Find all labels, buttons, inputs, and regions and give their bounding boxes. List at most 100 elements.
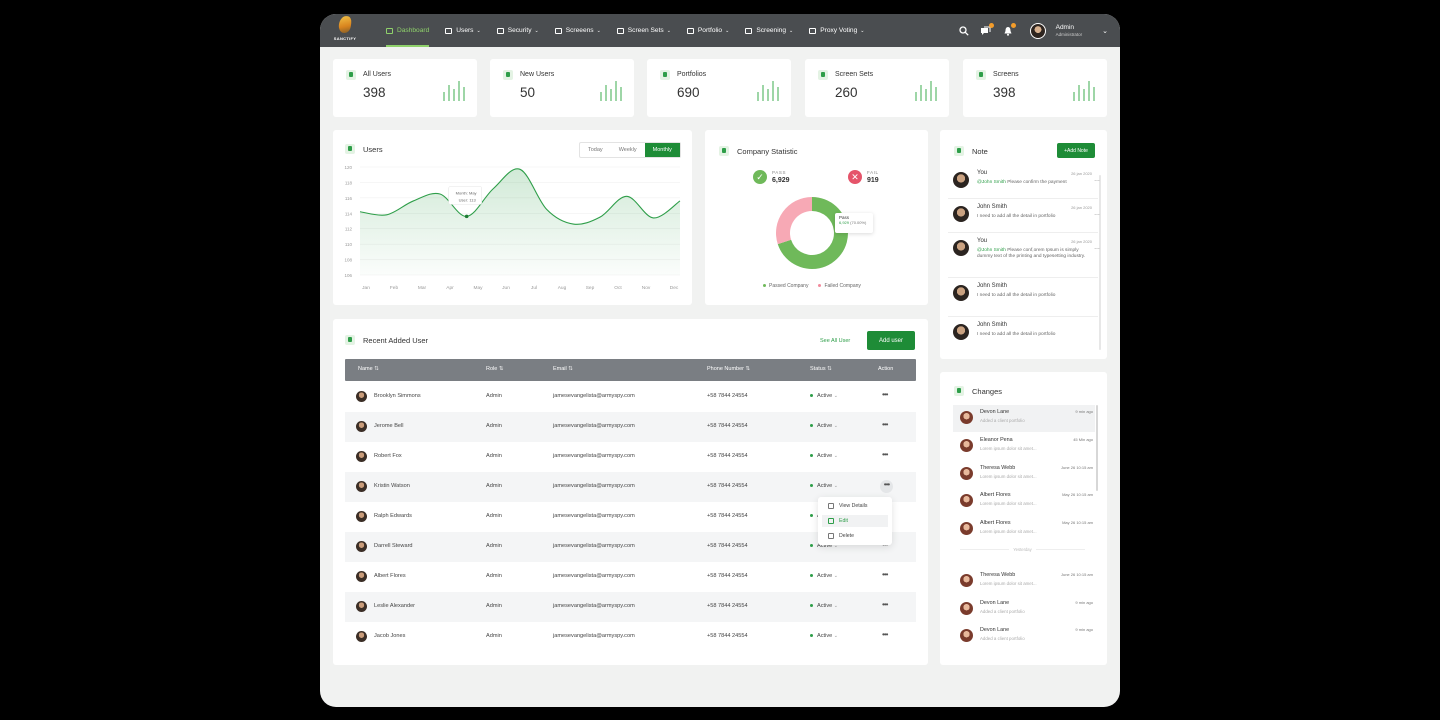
admin-info[interactable]: Admin Administrator [1056,24,1083,37]
sanctify-logo[interactable]: SANCTIFY [332,15,358,46]
nav-label: Security [507,27,532,34]
tooltip-user: User: 113 [459,197,477,202]
change-item[interactable]: Theresa Webb Lorem ipsum dolor sit amet..… [953,461,1095,488]
menu-item-delete[interactable]: Delete [822,530,888,542]
table-row[interactable]: Robert Fox Admin jamesevangelista@armyspy.… [345,442,916,472]
note-item[interactable]: You 26 jan 2020 @John Smith Please conf,or… [948,236,1100,274]
column-header-role[interactable]: Role ⇅ [486,366,503,372]
column-header-email[interactable]: Email ⇅ [553,366,573,372]
nav-users[interactable]: Users ⌄ [437,14,488,47]
change-name: Devon Lane [980,409,1010,415]
more-options-icon[interactable]: … [1094,211,1100,217]
more-options-icon[interactable]: … [1094,177,1100,183]
user-phone: +58 7844 24554 [707,513,748,519]
column-header-phone-number[interactable]: Phone Number ⇅ [707,366,750,372]
y-tick-label: 120 [344,165,352,170]
tab-weekly[interactable]: Weekly [611,143,645,157]
change-item[interactable]: Devon Lane Added a client portfolio 9 min … [953,623,1095,650]
donut-slice-failed-company[interactable] [776,197,812,245]
more-actions-icon[interactable]: ••• [882,600,888,609]
stat-card-screen-sets[interactable]: Screen Sets 260 [805,59,949,117]
user-role: Admin [486,483,502,489]
add-user-button[interactable]: Add user [867,331,915,350]
y-tick-label: 118 [345,180,353,185]
user-phone: +58 7844 24554 [707,393,748,399]
menu-item-edit[interactable]: Edit [822,515,888,527]
stat-card-portfolios[interactable]: Portfolios 690 [647,59,791,117]
status-dropdown[interactable]: Active ⌄ [810,603,838,609]
change-desc: Lorem ipsum dolor sit amet... [980,529,1037,534]
change-item[interactable]: Devon Lane Added a client portfolio 9 min … [953,405,1095,432]
note-mention[interactable]: @John Smith [977,180,1006,185]
nav-dashboard[interactable]: Dashboard [378,14,437,47]
status-dropdown[interactable]: Active ⌄ [810,483,838,489]
status-dropdown[interactable]: Active ⌄ [810,393,838,399]
table-row[interactable]: Jerome Bell Admin jamesevangelista@armyspy… [345,412,916,442]
menu-item-view-details[interactable]: View Details [822,500,888,512]
stat-card-all-users[interactable]: All Users 398 [333,59,477,117]
status-dropdown[interactable]: Active ⌄ [810,423,838,429]
mini-bar [605,85,607,101]
nav-screening[interactable]: Screening ⌄ [737,14,801,47]
column-header-name[interactable]: Name ⇅ [358,366,379,372]
briefcase-icon [686,27,694,34]
nav-security[interactable]: Security ⌄ [489,14,547,47]
sort-icon: ⇅ [374,366,379,372]
note-item[interactable]: You 26 jan 2020 @John Smith Please confirm… [948,168,1100,206]
note-item[interactable]: John Smith 26 jan 2020 I need to add all t… [948,202,1100,240]
add-note-button[interactable]: +Add Note [1057,143,1095,158]
see-all-users-link[interactable]: See All User [820,338,850,344]
chart-icon [745,27,753,34]
search-icon[interactable] [958,25,970,37]
table-row[interactable]: Jacob Jones Admin jamesevangelista@armyspy… [345,622,916,652]
more-actions-icon[interactable]: ••• [880,480,893,493]
status-dropdown[interactable]: Active ⌄ [810,573,838,579]
tab-monthly[interactable]: Monthly [644,143,680,157]
change-item[interactable]: Devon Lane Added a client portfolio 9 min … [953,596,1095,623]
changes-scrollbar[interactable] [1096,405,1098,491]
nav-proxy-voting[interactable]: Proxy Voting ⌄ [801,14,872,47]
table-row[interactable]: Leslie Alexander Admin jamesevangelista@ar… [345,592,916,622]
stat-card-screens[interactable]: Screens 398 [963,59,1107,117]
status-dropdown[interactable]: Active ⌄ [810,633,838,639]
mini-bar [930,81,932,101]
more-actions-icon[interactable]: ••• [882,630,888,639]
top-navbar: SANCTIFY Dashboard Users ⌄ Security ⌄ Screeen… [320,14,1120,47]
more-options-icon[interactable]: … [1094,245,1100,251]
more-actions-icon[interactable]: ••• [882,570,888,579]
chat-icon[interactable] [980,22,994,37]
note-item[interactable]: John Smith I need to add all the detail i… [948,281,1100,319]
note-icon [954,146,964,156]
more-actions-icon[interactable]: ••• [882,390,888,399]
nav-screeens[interactable]: Screeens ⌄ [547,14,609,47]
change-desc: Added a client portfolio [980,609,1025,614]
avatar [960,574,973,587]
tab-today[interactable]: Today [580,143,611,157]
mini-bar [1073,92,1075,101]
more-actions-icon[interactable]: ••• [882,420,888,429]
topbar-actions: Admin Administrator ⌄ [958,14,1108,47]
table-row[interactable]: Albert Flores Admin jamesevangelista@armys… [345,562,916,592]
more-actions-icon[interactable]: ••• [882,450,888,459]
change-item[interactable]: Albert Flores Lorem ipsum dolor sit amet.… [953,516,1095,543]
mini-bar [762,85,764,101]
table-row[interactable]: Brooklyn Simmons Admin jamesevangelista@ar… [345,382,916,412]
user-menu-chevron-icon[interactable]: ⌄ [1102,27,1108,35]
change-item[interactable]: Eleanor Pena Lorem ipsum dolor sit amet..… [953,433,1095,460]
nav-screen-sets[interactable]: Screen Sets ⌄ [609,14,679,47]
status-dot [810,604,813,608]
note-mention[interactable]: @John Smith [977,248,1006,253]
change-item[interactable]: Theresa Webb Lorem ipsum dolor sit amet..… [953,568,1095,595]
change-item[interactable]: Albert Flores Lorem ipsum dolor sit amet.… [953,488,1095,515]
nav-portfolio[interactable]: Portfolio ⌄ [679,14,737,47]
bell-icon[interactable] [1002,22,1016,37]
status-dropdown[interactable]: Active ⌄ [810,453,838,459]
stat-card-new-users[interactable]: New Users 50 [490,59,634,117]
column-header-status[interactable]: Status ⇅ [810,366,832,372]
admin-avatar[interactable] [1029,22,1046,39]
nav-label: Screening [756,27,787,34]
note-item[interactable]: John Smith I need to add all the detail i… [948,320,1100,358]
stat-icon [660,70,670,80]
avatar [953,240,969,256]
chevron-down-icon: ⌄ [833,603,838,609]
